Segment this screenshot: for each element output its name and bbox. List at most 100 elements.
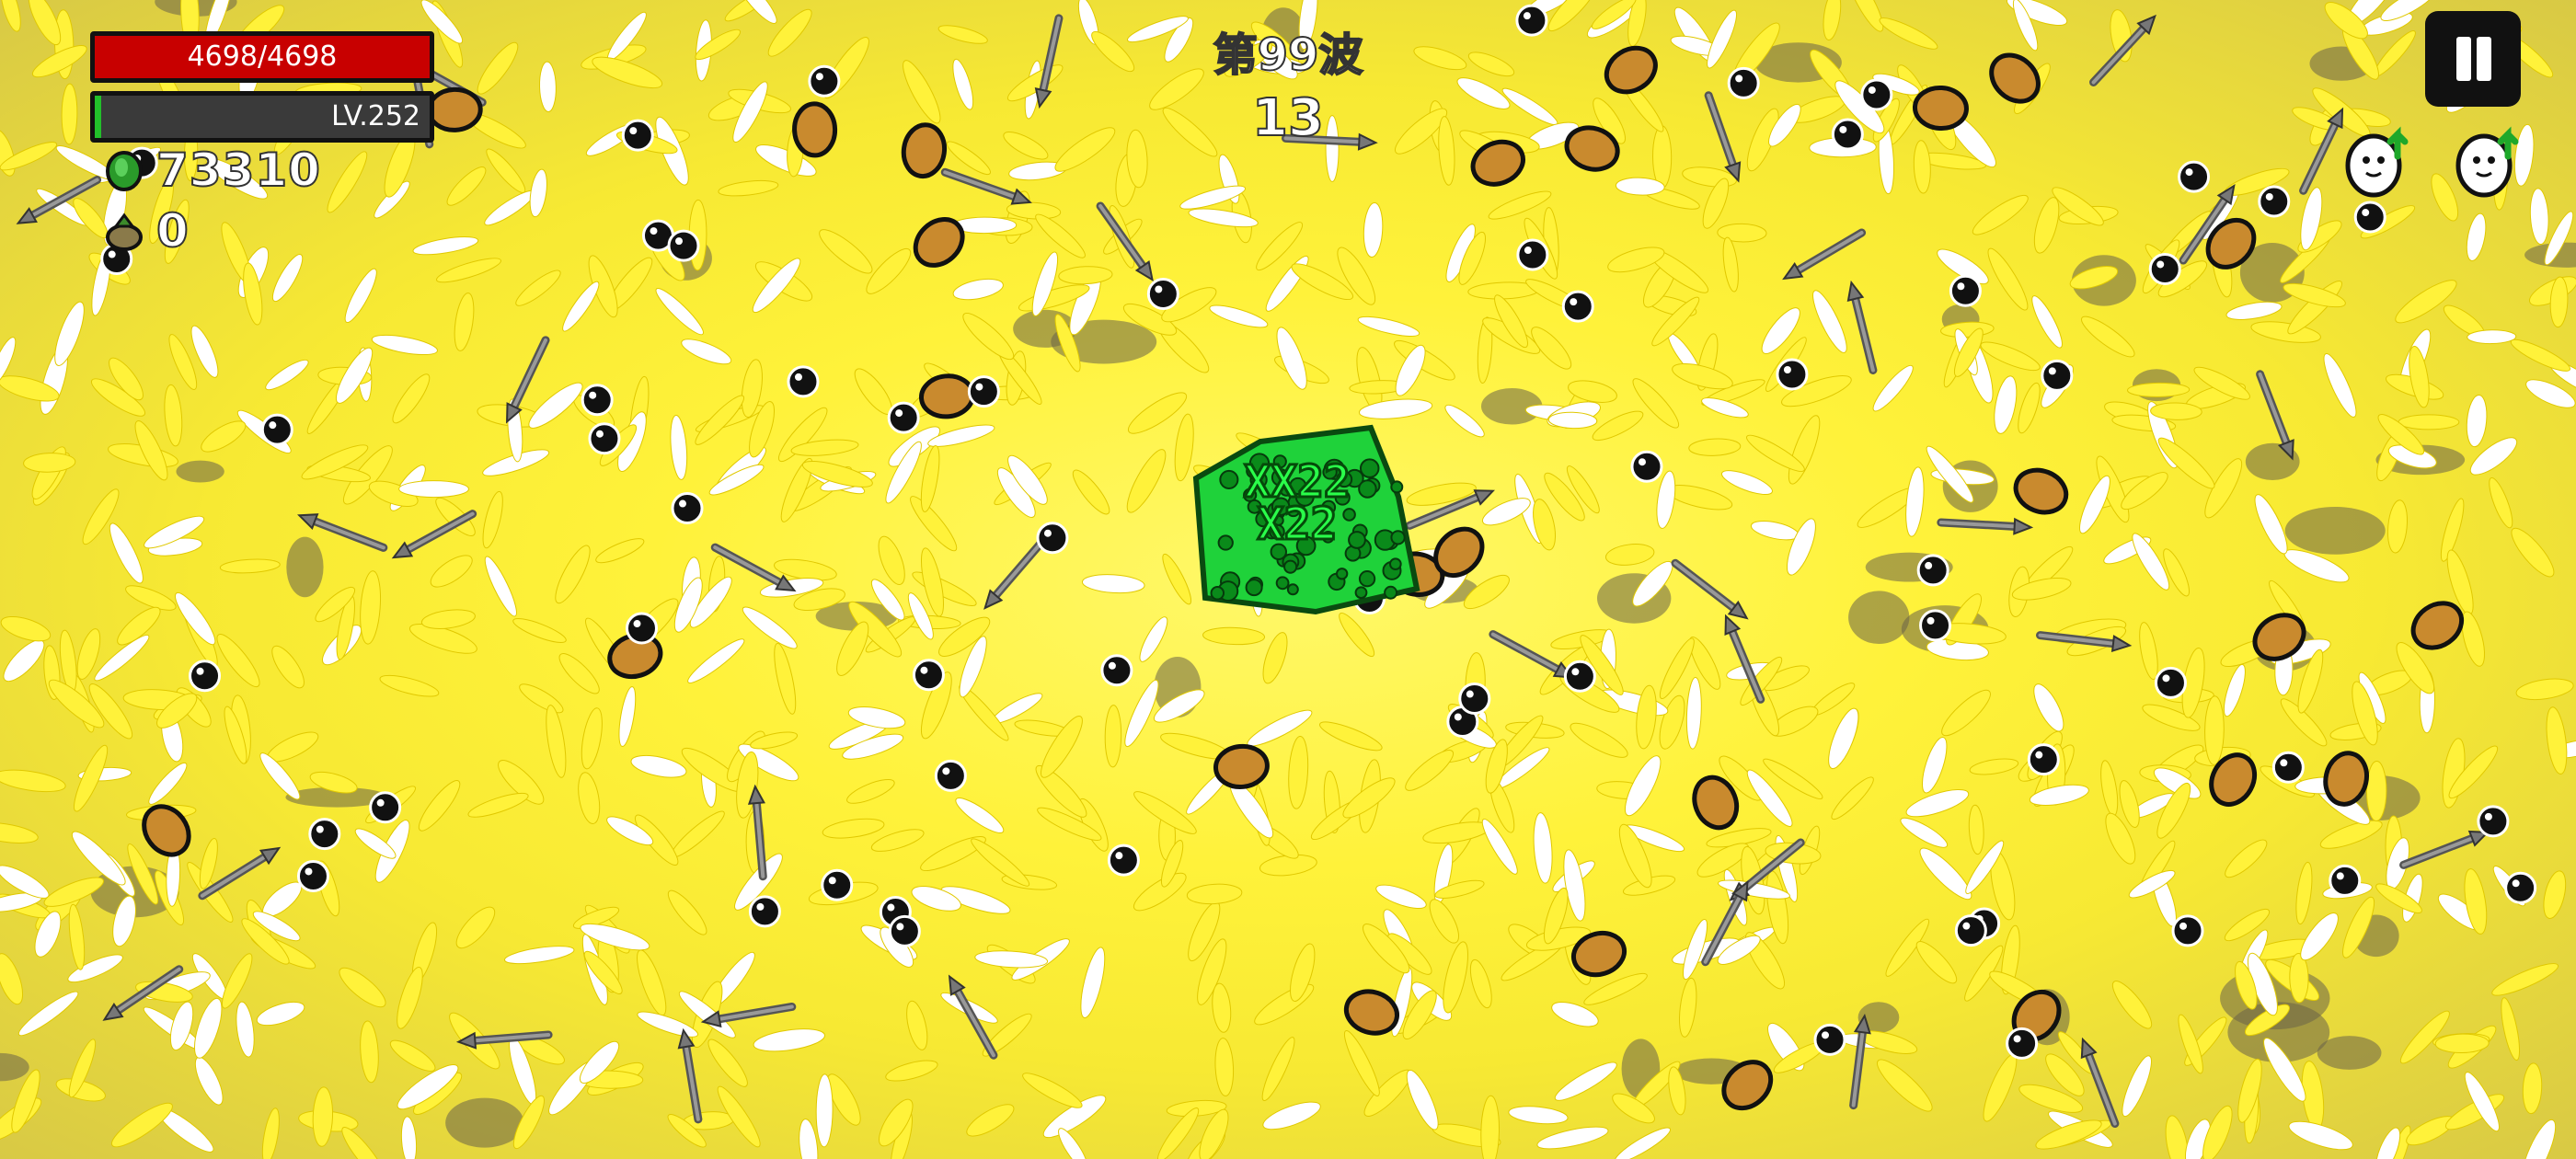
black-orb — [912, 659, 945, 692]
yellow-projectile — [1186, 883, 1243, 905]
yellow-projectile — [952, 278, 1004, 301]
yellow-projectile — [327, 151, 368, 213]
black-orb — [1516, 238, 1549, 271]
yellow-projectile — [777, 407, 828, 463]
yellow-projectile — [1254, 983, 1315, 1026]
health-text: 4698/4698 — [187, 40, 338, 73]
orb-highlight — [1043, 529, 1052, 537]
yellow-projectile — [910, 496, 958, 552]
yellow-projectile — [906, 1000, 928, 1050]
black-orb — [1949, 274, 1982, 307]
yellow-projectile — [1133, 872, 1187, 912]
yellow-projectile — [400, 1116, 418, 1159]
yellow-projectile — [339, 967, 386, 1008]
yellow-projectile — [486, 148, 526, 193]
orb-highlight — [589, 391, 597, 399]
yellow-projectile — [2467, 329, 2517, 345]
yellow-projectile — [2223, 663, 2246, 717]
orb-highlight — [1822, 1031, 1830, 1039]
yellow-projectile — [1343, 1029, 1380, 1096]
orb-highlight — [2035, 751, 2043, 759]
yellow-projectile — [397, 966, 423, 1029]
yellow-projectile — [1919, 847, 1972, 901]
battlefield: XX22X22 — [0, 0, 2576, 1159]
yellow-projectile — [1288, 736, 1309, 809]
orb-highlight — [1523, 12, 1531, 20]
orb-highlight — [887, 903, 895, 912]
black-orb — [189, 660, 222, 693]
yellow-projectile — [581, 707, 603, 770]
yellow-projectile — [1788, 415, 1821, 485]
yellow-projectile — [1003, 131, 1049, 160]
yellow-projectile — [1162, 553, 1192, 605]
yellow-projectile — [23, 453, 76, 473]
yellow-projectile — [1508, 1106, 1569, 1125]
yellow-projectile — [966, 1104, 1015, 1137]
wave-timer: 13 — [1251, 87, 1325, 149]
black-orb — [308, 818, 341, 851]
material-count: 0 — [155, 203, 190, 258]
orb-highlight — [1925, 561, 1933, 569]
orb-highlight — [920, 666, 928, 674]
level-up-potato-icon — [2345, 126, 2409, 198]
yellow-projectile — [774, 642, 797, 715]
yellow-projectile — [2254, 494, 2288, 555]
yellow-projectile — [418, 780, 461, 832]
yellow-projectile — [1058, 266, 1113, 285]
yellow-projectile — [455, 906, 496, 949]
yellow-projectile — [1828, 707, 1859, 770]
orb-highlight — [1108, 661, 1116, 670]
level-up-indicator — [2337, 120, 2420, 202]
yellow-projectile — [1081, 574, 1145, 594]
orb-highlight — [828, 877, 836, 885]
yellow-projectile — [618, 686, 637, 747]
yellow-projectile — [971, 838, 1030, 887]
orb-highlight — [975, 383, 983, 391]
pause-button[interactable] — [2425, 11, 2521, 107]
player-part — [1390, 480, 1404, 494]
orb-highlight — [2162, 674, 2170, 683]
orb-highlight — [895, 409, 903, 418]
wave-info: 第99波 13 — [1196, 18, 1380, 149]
black-orb — [369, 791, 402, 824]
black-orb — [2171, 914, 2204, 947]
ground-patch — [286, 536, 324, 598]
yellow-projectile — [1022, 1073, 1083, 1108]
yellow-projectile — [61, 83, 78, 145]
orb-highlight — [2280, 759, 2288, 767]
yellow-projectile — [236, 1001, 255, 1058]
yellow-projectile — [454, 293, 475, 351]
yellow-projectile — [398, 480, 469, 499]
yellow-projectile — [955, 798, 1005, 833]
yellow-projectile — [903, 60, 941, 124]
yellow-projectile — [1994, 375, 2018, 434]
yellow-projectile — [1879, 17, 1938, 50]
spear-projectile — [1846, 280, 1878, 374]
black-orb — [1776, 358, 1809, 391]
black-orb — [2027, 743, 2060, 776]
black-orb — [1860, 78, 1893, 111]
yellow-projectile — [2111, 981, 2153, 1029]
yellow-projectile — [687, 638, 745, 683]
ground-patch — [1848, 591, 1910, 645]
yellow-projectile — [1319, 721, 1383, 752]
yellow-projectile — [0, 953, 24, 1005]
yellow-projectile — [0, 0, 21, 32]
potato-enemy — [1989, 52, 2041, 104]
player-part — [1348, 531, 1366, 549]
yellow-projectile — [815, 1073, 834, 1148]
player-part — [1354, 586, 1368, 600]
yellow-projectile — [1786, 518, 1816, 576]
yellow-projectile — [1054, 127, 1116, 172]
yellow-projectile — [68, 903, 86, 970]
yellow-projectile — [1104, 705, 1122, 768]
yellow-projectile — [1139, 616, 1168, 662]
yellow-projectile — [1262, 1101, 1321, 1130]
yellow-projectile — [1126, 449, 1167, 513]
yellow-projectile — [1900, 817, 1949, 848]
yellow-projectile — [504, 946, 575, 965]
green-coin-icon — [106, 151, 143, 191]
yellow-projectile — [2386, 499, 2409, 554]
yellow-projectile — [742, 606, 798, 649]
yellow-projectile — [2237, 1058, 2262, 1123]
